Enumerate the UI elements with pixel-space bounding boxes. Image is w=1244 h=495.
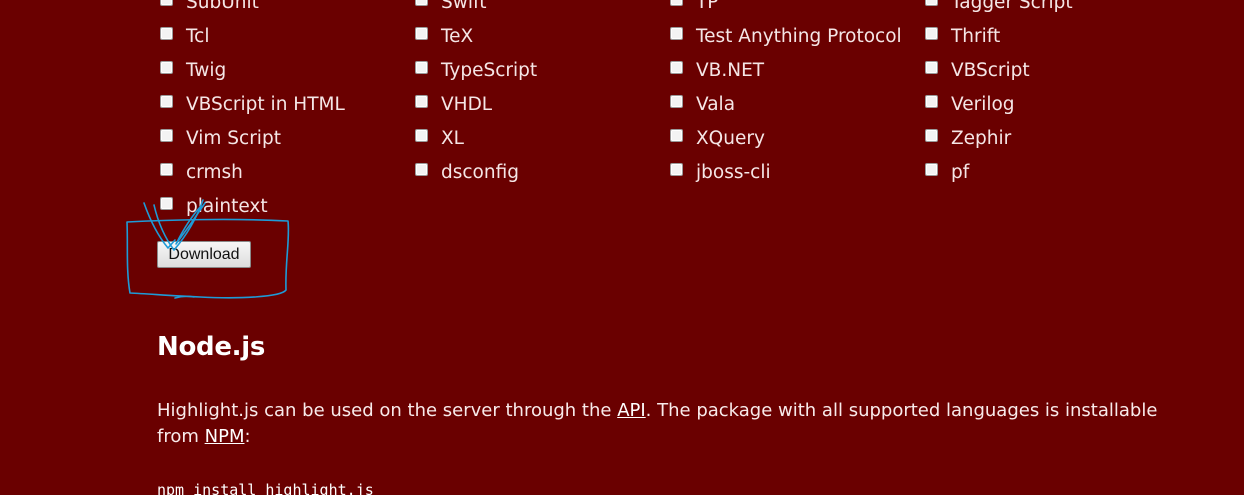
language-row: Twig TypeScript VB.NET VBScript: [160, 53, 1220, 87]
language-option[interactable]: SubUnit: [160, 0, 259, 19]
language-label: plaintext: [186, 195, 268, 217]
language-option[interactable]: Zephir: [925, 121, 1011, 155]
language-checkbox[interactable]: [160, 196, 173, 210]
language-option[interactable]: Tagger Script: [925, 0, 1073, 19]
language-checkbox[interactable]: [925, 162, 938, 176]
language-checkbox[interactable]: [160, 60, 173, 74]
language-label: TeX: [441, 25, 474, 47]
language-option[interactable]: Thrift: [925, 19, 1000, 53]
download-button[interactable]: Download: [157, 241, 251, 268]
language-checkbox[interactable]: [160, 94, 173, 108]
language-checkbox[interactable]: [925, 0, 938, 6]
nodejs-text-1: Highlight.js can be used on the server t…: [157, 400, 618, 421]
language-option[interactable]: Swift: [415, 0, 486, 19]
language-label: jboss-cli: [696, 161, 771, 183]
language-label: Tcl: [186, 25, 210, 47]
language-label: Tagger Script: [951, 0, 1073, 13]
language-option[interactable]: crmsh: [160, 155, 243, 189]
language-checkbox[interactable]: [160, 26, 173, 40]
language-label: XL: [441, 127, 464, 149]
language-label: Vim Script: [186, 127, 281, 149]
language-label: VBScript in HTML: [186, 93, 345, 115]
language-row: SubUnit Swift TP Tagger Script: [160, 0, 1220, 19]
language-option[interactable]: Vala: [670, 87, 735, 121]
language-label: VBScript: [951, 59, 1030, 81]
language-checkbox[interactable]: [670, 162, 683, 176]
language-option[interactable]: VB.NET: [670, 53, 764, 87]
language-label: XQuery: [696, 127, 765, 149]
language-row: plaintext: [160, 189, 1220, 223]
language-checkbox[interactable]: [415, 0, 428, 6]
api-link[interactable]: API: [617, 400, 645, 421]
language-checkbox[interactable]: [415, 162, 428, 176]
language-option[interactable]: jboss-cli: [670, 155, 771, 189]
language-checkbox[interactable]: [160, 162, 173, 176]
language-option[interactable]: VBScript: [925, 53, 1030, 87]
language-option[interactable]: Vim Script: [160, 121, 281, 155]
language-checkbox[interactable]: [670, 94, 683, 108]
language-checkbox[interactable]: [160, 0, 173, 6]
language-label: Swift: [441, 0, 487, 13]
language-label: TypeScript: [441, 59, 538, 81]
language-label: SubUnit: [186, 0, 259, 13]
language-option[interactable]: plaintext: [160, 189, 268, 223]
language-option[interactable]: pf: [925, 155, 969, 189]
language-checkbox[interactable]: [670, 26, 683, 40]
language-option[interactable]: Test Anything Protocol: [670, 19, 902, 53]
annotation-underline: [174, 295, 195, 299]
language-row: Vim Script XL XQuery Zephir: [160, 121, 1220, 155]
language-option[interactable]: XQuery: [670, 121, 765, 155]
language-option[interactable]: Tcl: [160, 19, 209, 53]
language-label: Zephir: [951, 127, 1012, 149]
language-checkbox[interactable]: [415, 128, 428, 142]
language-checkbox[interactable]: [670, 0, 683, 6]
language-option[interactable]: XL: [415, 121, 464, 155]
language-checkbox[interactable]: [670, 60, 683, 74]
language-label: Test Anything Protocol: [696, 25, 902, 47]
language-label: Thrift: [951, 25, 1001, 47]
language-checkbox[interactable]: [925, 60, 938, 74]
language-label: Verilog: [951, 93, 1015, 115]
language-option[interactable]: TeX: [415, 19, 473, 53]
language-label: crmsh: [186, 161, 243, 183]
language-label: Twig: [186, 59, 227, 81]
npm-link[interactable]: NPM: [205, 426, 245, 447]
language-option[interactable]: VHDL: [415, 87, 492, 121]
language-label: VB.NET: [696, 59, 765, 81]
language-option[interactable]: Twig: [160, 53, 226, 87]
language-label: pf: [951, 161, 970, 183]
language-option[interactable]: dsconfig: [415, 155, 519, 189]
language-checkbox[interactable]: [160, 128, 173, 142]
language-label: VHDL: [441, 93, 493, 115]
language-row: crmsh dsconfig jboss-cli pf: [160, 155, 1220, 189]
language-checkbox[interactable]: [415, 60, 428, 74]
language-checkbox[interactable]: [415, 94, 428, 108]
npm-install-code: npm install highlight.js: [157, 481, 374, 495]
language-label: Vala: [696, 93, 736, 115]
language-checkbox[interactable]: [670, 128, 683, 142]
language-row: VBScript in HTML VHDL Vala Verilog: [160, 87, 1220, 121]
language-checkbox[interactable]: [925, 94, 938, 108]
nodejs-description: Highlight.js can be used on the server t…: [157, 398, 1177, 450]
language-label: TP: [696, 0, 719, 13]
language-option[interactable]: TypeScript: [415, 53, 537, 87]
language-option[interactable]: TP: [670, 0, 718, 19]
language-checkbox-grid: SubUnit Swift TP Tagger Script Tcl TeX Test An…: [160, 0, 1220, 223]
nodejs-text-3: :: [244, 426, 251, 447]
language-checkbox[interactable]: [925, 26, 938, 40]
language-row: Tcl TeX Test Anything Protocol Thrift: [160, 19, 1220, 53]
language-checkbox[interactable]: [415, 26, 428, 40]
language-checkbox[interactable]: [925, 128, 938, 142]
language-option[interactable]: VBScript in HTML: [160, 87, 345, 121]
language-label: dsconfig: [441, 161, 519, 183]
language-option[interactable]: Verilog: [925, 87, 1015, 121]
nodejs-title: Node.js: [157, 332, 266, 362]
